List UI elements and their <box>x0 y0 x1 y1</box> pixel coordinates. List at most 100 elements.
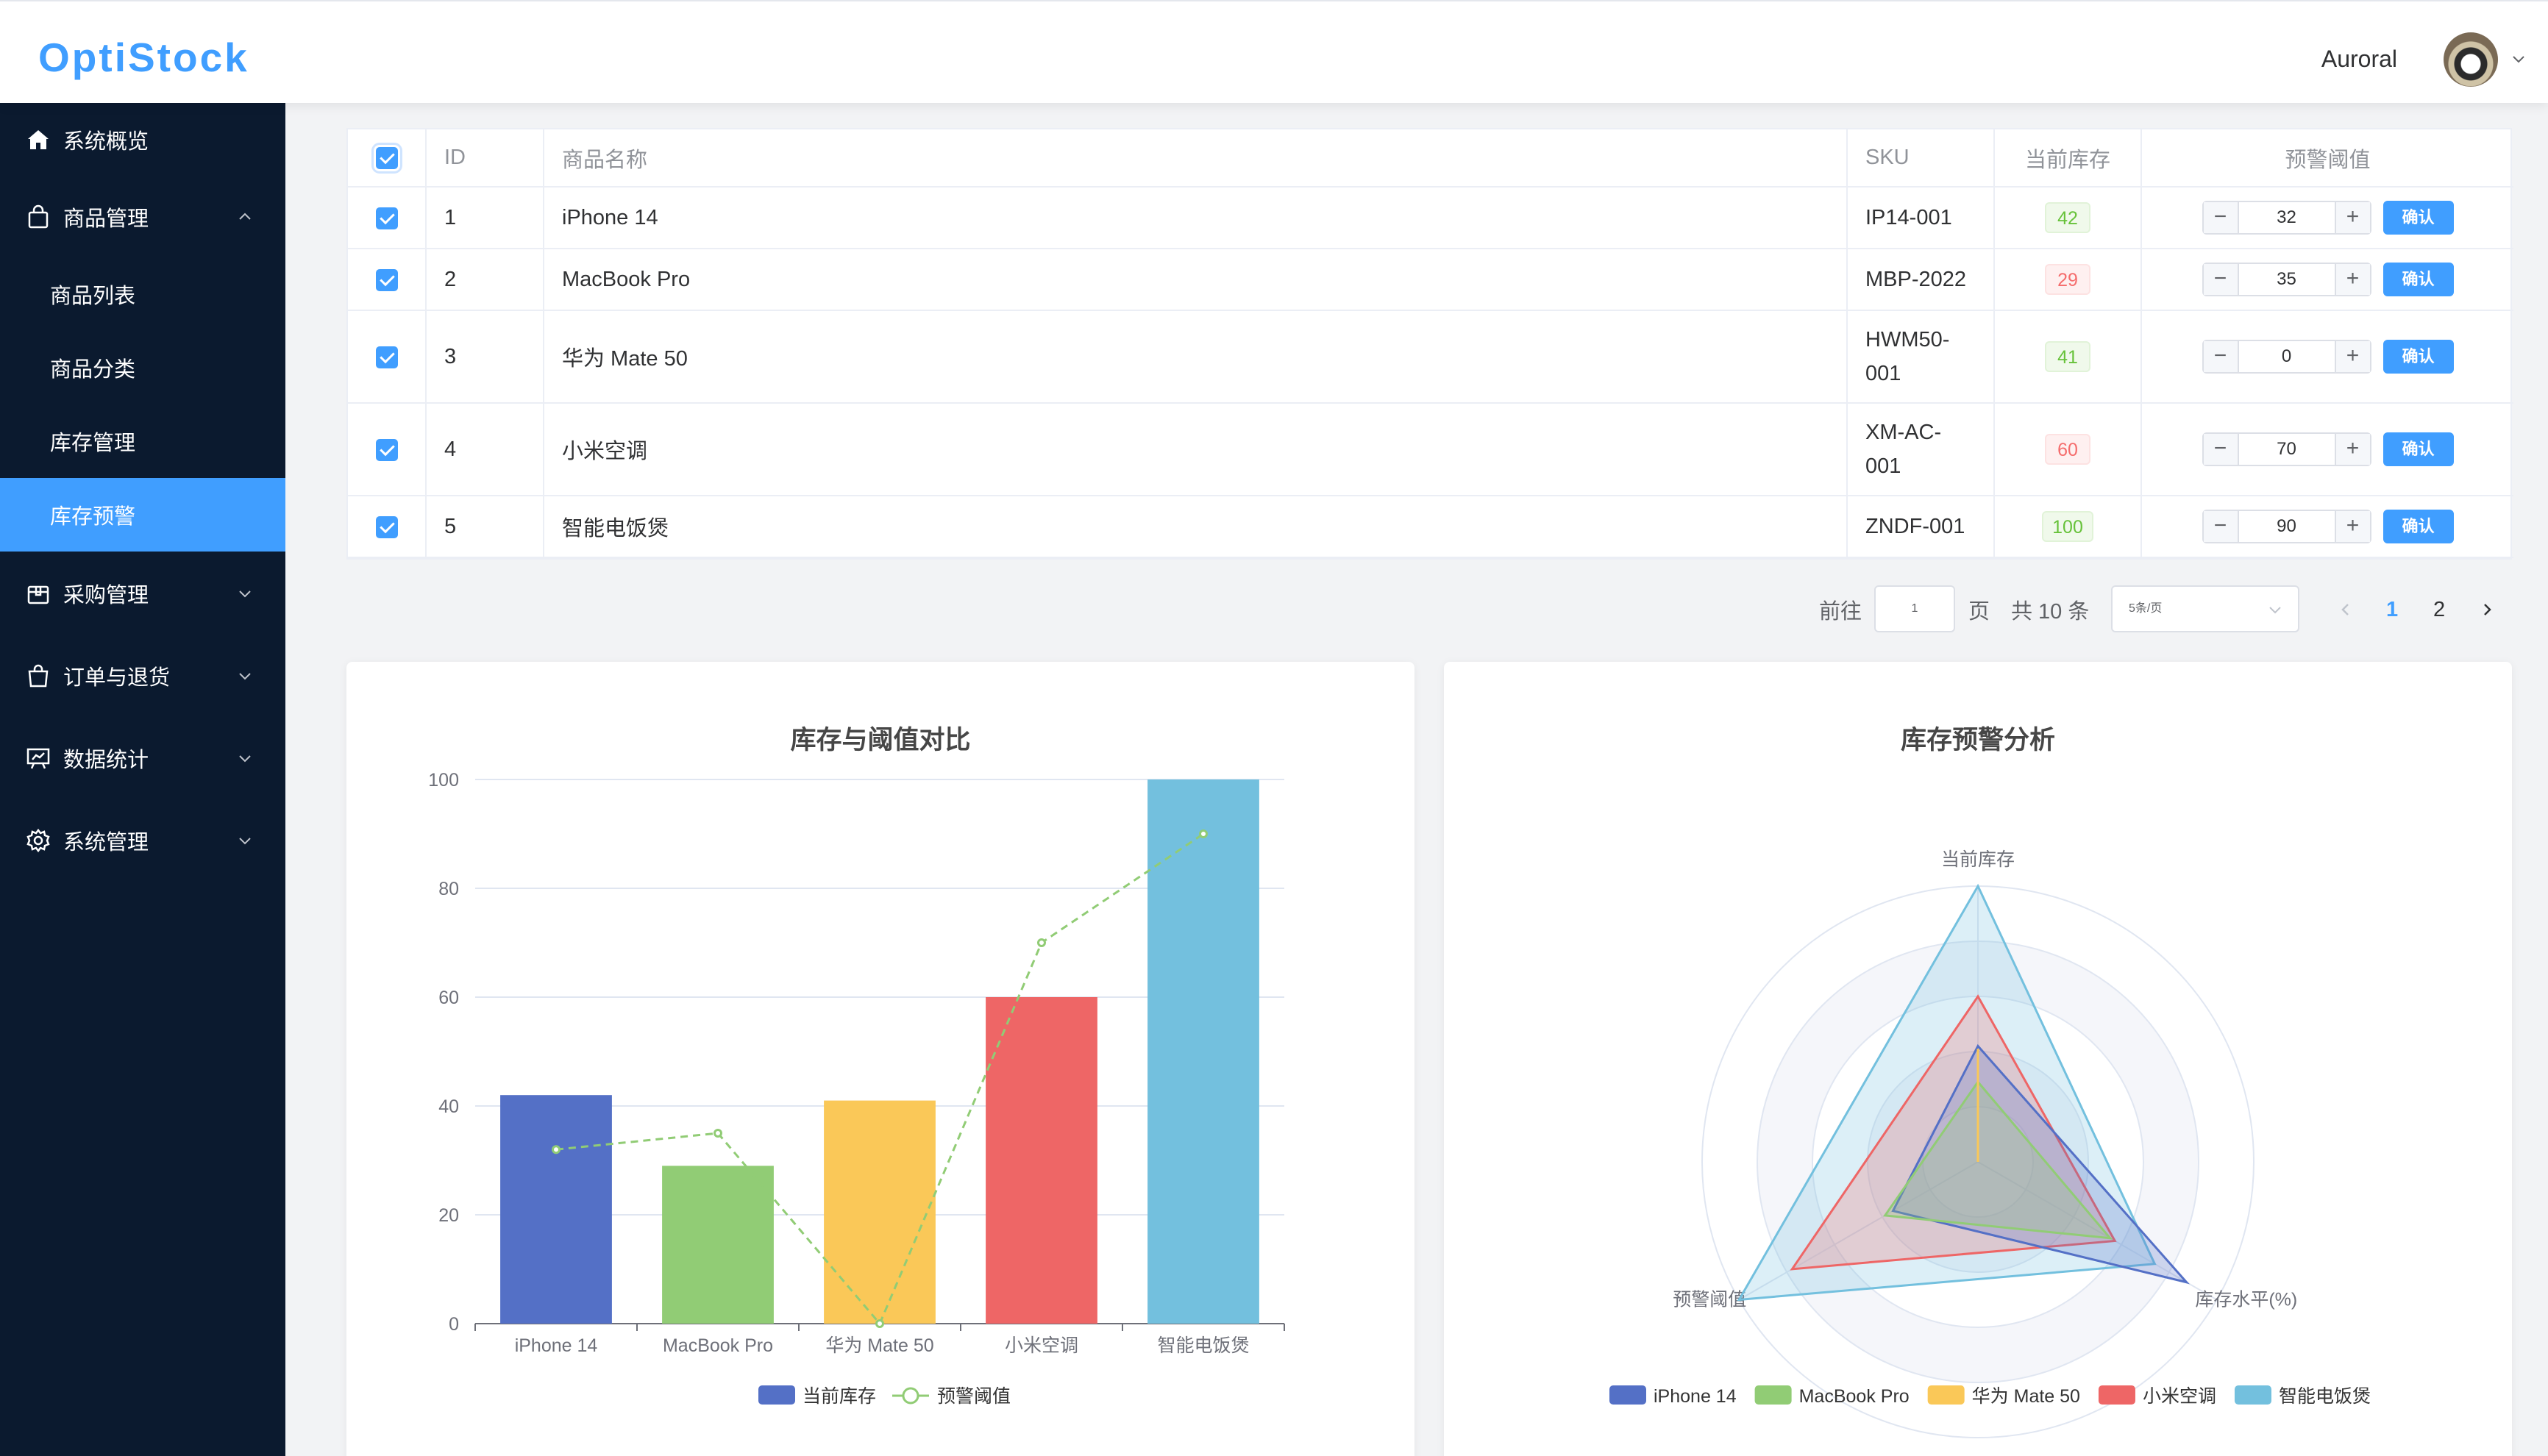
bag-icon <box>28 204 49 229</box>
x-tick-label: iPhone 14 <box>515 1335 598 1356</box>
cell-sku: IP14-001 <box>1847 187 1995 249</box>
threshold-point <box>552 1145 561 1155</box>
col-sku[interactable]: SKU <box>1847 129 1995 188</box>
stock-badge: 41 <box>2045 341 2090 372</box>
threshold-point <box>1037 938 1046 947</box>
y-tick-label: 100 <box>428 770 459 791</box>
row-select-cell <box>348 249 427 311</box>
decrement-button[interactable]: − <box>2203 434 2239 465</box>
radar-indicator-label: 预警阈值 <box>1673 1290 1746 1310</box>
legend-swatch <box>758 1385 795 1405</box>
cell-name: MacBook Pro <box>544 249 1848 311</box>
select-all-checkbox[interactable] <box>371 143 402 174</box>
row-select-cell <box>348 310 427 404</box>
legend-swatch <box>2098 1385 2135 1405</box>
x-tick-label: 智能电饭煲 <box>1157 1335 1249 1356</box>
sidebar-item-orders[interactable]: 订单与退货 <box>0 639 285 713</box>
confirm-button[interactable]: 确认 <box>2382 432 2454 466</box>
table-row: 3 华为 Mate 50 HWM50- 001 41 −0 + 确认 <box>348 310 2513 404</box>
decrement-button[interactable]: − <box>2203 264 2239 295</box>
prev-page-icon[interactable] <box>2338 602 2354 618</box>
cell-name: 智能电饭煲 <box>544 496 1848 558</box>
app-logo[interactable]: OptiStock <box>38 34 249 81</box>
sidebar-item-purchase[interactable]: 采购管理 <box>0 557 285 630</box>
increment-button[interactable]: + <box>2334 434 2370 465</box>
cell-id: 2 <box>426 249 544 311</box>
legend-label: 智能电饭煲 <box>2279 1386 2371 1407</box>
chevron-down-icon <box>239 590 251 598</box>
x-tick-label: 华为 Mate 50 <box>825 1335 933 1356</box>
sidebar-item-products[interactable]: 商品管理 <box>0 180 285 254</box>
row-checkbox[interactable] <box>375 515 398 538</box>
increment-button[interactable]: + <box>2334 202 2370 233</box>
next-page-icon[interactable] <box>2479 602 2495 618</box>
cell-stock: 41 <box>1994 310 2142 404</box>
col-id[interactable]: ID <box>426 129 544 188</box>
legend-label: 当前库存 <box>803 1386 876 1407</box>
page-1[interactable]: 1 <box>2386 585 2398 634</box>
legend-label: 预警阈值 <box>937 1386 1011 1407</box>
sidebar-item-product-category[interactable]: 商品分类 <box>0 331 285 404</box>
sidebar-item-inventory[interactable]: 库存管理 <box>0 404 285 478</box>
row-select-cell <box>348 187 427 249</box>
col-threshold[interactable]: 预警阈值 <box>2141 129 2513 188</box>
decrement-button[interactable]: − <box>2203 341 2239 372</box>
page-size-select[interactable]: 5条/页 <box>2111 585 2299 632</box>
main-content: ID 商品名称 SKU 当前库存 预警阈值 1 iPhone 14 IP14-0… <box>285 103 2548 1456</box>
cell-name: 华为 Mate 50 <box>544 310 1848 404</box>
sidebar-item-overview[interactable]: 系统概览 <box>0 103 285 176</box>
stock-alert-table: ID 商品名称 SKU 当前库存 预警阈值 1 iPhone 14 IP14-0… <box>346 128 2513 560</box>
confirm-button[interactable]: 确认 <box>2382 510 2454 543</box>
sku-line: XM-AC- <box>1865 421 1942 444</box>
chevron-down-icon[interactable] <box>2511 51 2526 66</box>
threshold-stepper: −0 + <box>2202 340 2371 374</box>
goto-page-input[interactable]: 1 <box>1874 585 1955 632</box>
threshold-input[interactable]: 0 <box>2239 341 2335 372</box>
legend-label: 小米空调 <box>2143 1386 2216 1407</box>
threshold-input[interactable]: 32 <box>2239 202 2335 233</box>
sidebar-item-label: 库存管理 <box>50 432 136 455</box>
stock-alert-radar-card: 库存预警分析 当前库存 库存水平(%) 预警阈值 iPhone 14 MacBook P… <box>1444 662 2512 1456</box>
sidebar-item-statistics[interactable]: 数据统计 <box>0 721 285 795</box>
legend-swatch <box>1754 1385 1792 1405</box>
decrement-button[interactable]: − <box>2203 511 2239 542</box>
decrement-button[interactable]: − <box>2203 202 2239 233</box>
page-2[interactable]: 2 <box>2433 585 2445 634</box>
threshold-stepper: −35 + <box>2202 263 2371 296</box>
increment-button[interactable]: + <box>2334 264 2370 295</box>
increment-button[interactable]: + <box>2334 511 2370 542</box>
threshold-stepper: −90 + <box>2202 510 2371 543</box>
confirm-button[interactable]: 确认 <box>2382 340 2454 374</box>
stock-badge: 60 <box>2045 434 2090 465</box>
sidebar-item-settings[interactable]: 系统管理 <box>0 804 285 877</box>
row-checkbox[interactable] <box>375 346 398 368</box>
y-tick-label: 0 <box>449 1314 459 1335</box>
select-all-cell <box>348 129 427 188</box>
threshold-input[interactable]: 70 <box>2239 434 2335 465</box>
cell-name: 小米空调 <box>544 403 1848 496</box>
threshold-input[interactable]: 35 <box>2239 264 2335 295</box>
row-select-cell <box>348 403 427 496</box>
sidebar-item-product-list[interactable]: 商品列表 <box>0 257 285 331</box>
confirm-button[interactable]: 确认 <box>2382 263 2454 296</box>
row-checkbox[interactable] <box>375 207 398 229</box>
bar <box>500 1095 612 1324</box>
total-count: 共 10 条 <box>2011 600 2090 624</box>
sidebar: 系统概览 商品管理 商品列表 商品分类 库存管理 库存预警 采购管理 订单与退货… <box>0 103 285 1456</box>
row-checkbox[interactable] <box>375 268 398 291</box>
cell-id: 3 <box>426 310 544 404</box>
user-name[interactable]: Auroral <box>2321 46 2397 73</box>
row-select-cell <box>348 496 427 558</box>
threshold-input[interactable]: 90 <box>2239 511 2335 542</box>
legend-label: iPhone 14 <box>1654 1386 1737 1407</box>
sidebar-item-stock-alert[interactable]: 库存预警 <box>0 478 285 552</box>
confirm-button[interactable]: 确认 <box>2382 201 2454 235</box>
col-name[interactable]: 商品名称 <box>544 129 1848 188</box>
row-checkbox[interactable] <box>375 438 398 461</box>
col-stock[interactable]: 当前库存 <box>1994 129 2142 188</box>
increment-button[interactable]: + <box>2334 341 2370 372</box>
avatar[interactable] <box>2444 32 2498 87</box>
threshold-stepper: −32 + <box>2202 201 2371 235</box>
bar-line-chart: 0 20 40 60 80 100 iPhone 14 MacBook Pro 华为 Mate … <box>428 770 1285 1407</box>
y-tick-label: 60 <box>438 988 459 1008</box>
